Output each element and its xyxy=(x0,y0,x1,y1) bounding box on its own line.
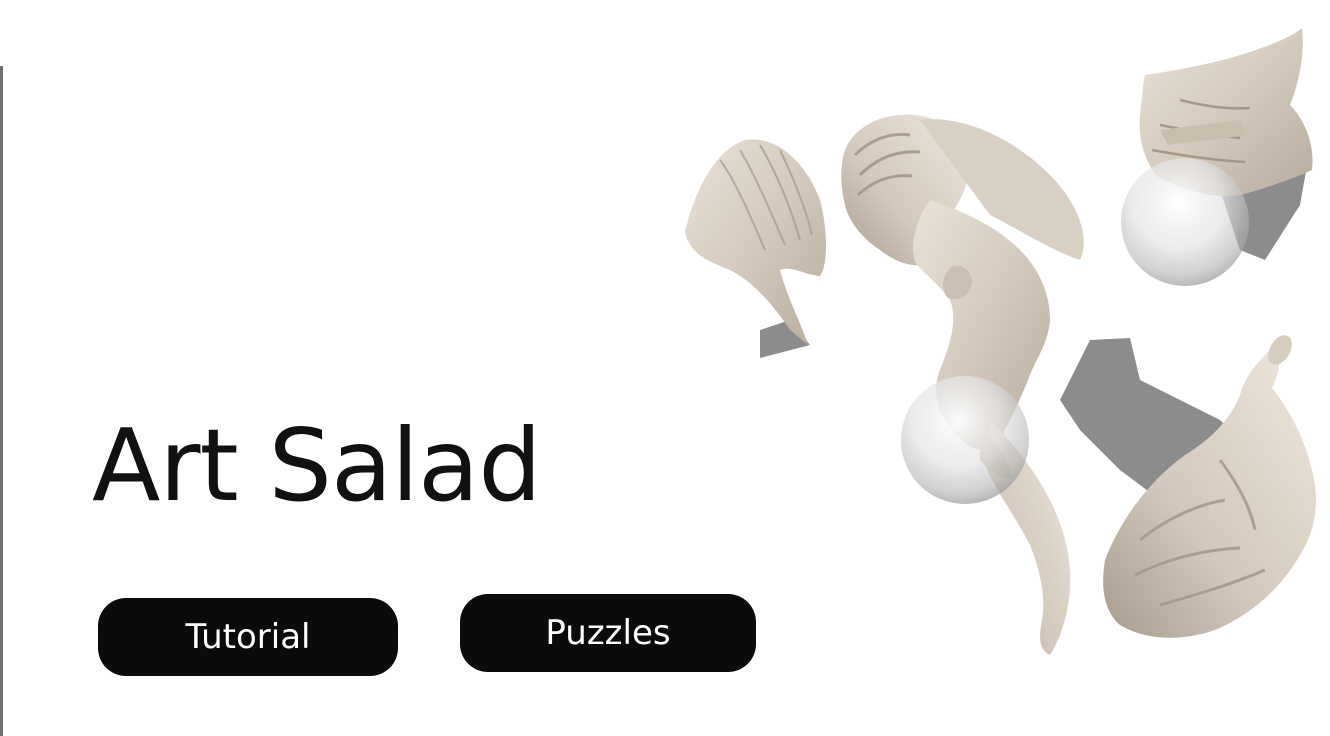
wing-fragment-icon[interactable] xyxy=(685,139,826,345)
window-edge xyxy=(0,66,3,736)
statue-puzzle-scene xyxy=(685,28,1316,655)
game-title: Art Salad xyxy=(92,407,542,524)
tutorial-button[interactable]: Tutorial xyxy=(98,598,398,676)
main-menu-screen: Art Salad Tutorial Puzzles xyxy=(0,0,1330,736)
